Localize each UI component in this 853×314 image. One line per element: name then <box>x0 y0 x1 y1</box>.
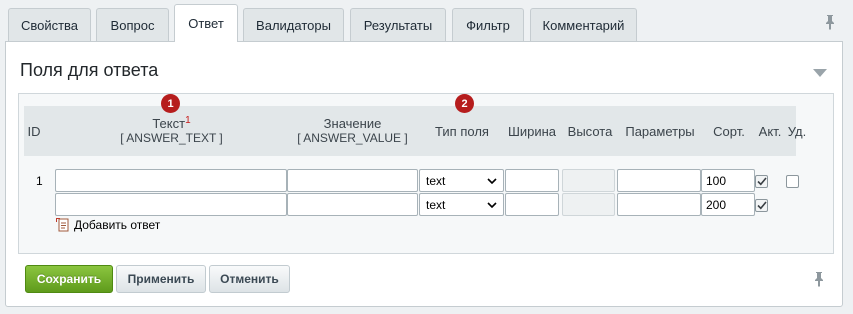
checkmark-icon <box>756 201 767 210</box>
callout-badge-2: 2 <box>455 94 474 113</box>
tab-results[interactable]: Результаты <box>350 8 446 41</box>
section-title: Поля для ответа <box>20 60 159 80</box>
tab-label: Валидаторы <box>256 17 331 33</box>
tab-label: Фильтр <box>466 17 510 33</box>
params-input[interactable] <box>617 169 701 192</box>
tab-comment[interactable]: Комментарий <box>530 8 637 41</box>
header-height: Высота <box>567 123 613 139</box>
tab-properties[interactable]: Свойства <box>8 8 91 41</box>
save-button[interactable]: Сохранить <box>25 265 113 293</box>
add-answer-label: Добавить ответ <box>74 217 161 232</box>
width-input[interactable] <box>505 193 559 216</box>
header-delete: Уд. <box>787 123 807 139</box>
tab-bar: Свойства Вопрос Ответ Валидаторы Результ… <box>0 0 853 42</box>
chevron-down-icon <box>487 201 497 208</box>
add-answer-icon <box>56 218 69 232</box>
callout-badge-1: 1 <box>161 94 180 113</box>
answer-value-input[interactable] <box>287 193 418 216</box>
answer-text-input[interactable] <box>55 169 287 192</box>
answer-panel: Поля для ответа ID Текст1 [ ANSWER_TEXT … <box>5 41 843 307</box>
apply-button[interactable]: Применить <box>116 265 206 293</box>
header-value: Значение [ ANSWER_VALUE ] <box>297 116 408 145</box>
pin-icon[interactable] <box>823 14 837 30</box>
field-type-select[interactable]: text <box>419 193 504 216</box>
header-width: Ширина <box>507 123 557 139</box>
chevron-down-icon <box>487 177 497 184</box>
sort-input[interactable]: 100 <box>701 169 755 192</box>
tab-question[interactable]: Вопрос <box>96 8 169 41</box>
header-sort: Сорт. <box>713 123 745 139</box>
header-id: ID <box>27 123 41 139</box>
tab-label: Результаты <box>363 17 433 33</box>
collapse-icon[interactable] <box>812 66 828 77</box>
row-id: 1 <box>36 174 43 188</box>
active-checkbox[interactable] <box>755 199 768 212</box>
pin-icon[interactable] <box>812 271 826 287</box>
header-text: Текст1 [ ANSWER_TEXT ] <box>120 115 223 145</box>
answer-text-input[interactable] <box>55 193 287 216</box>
width-input[interactable] <box>505 169 559 192</box>
delete-checkbox[interactable] <box>786 175 799 188</box>
field-type-value: text <box>426 173 446 188</box>
required-mark: 1 <box>185 115 191 126</box>
sort-input[interactable]: 200 <box>701 193 755 216</box>
tab-label: Ответ <box>188 16 224 31</box>
height-input <box>562 193 615 216</box>
height-input <box>562 169 615 192</box>
header-field-type: Тип поля <box>435 123 489 139</box>
tab-answer[interactable]: Ответ <box>174 4 238 42</box>
answer-value-input[interactable] <box>287 169 418 192</box>
tab-label: Вопрос <box>110 17 155 33</box>
tab-label: Свойства <box>20 17 79 33</box>
table-header: ID Текст1 [ ANSWER_TEXT ] Значение [ ANS… <box>24 106 806 156</box>
tab-validators[interactable]: Валидаторы <box>243 8 344 41</box>
checkmark-icon <box>756 177 767 186</box>
cancel-button[interactable]: Отменить <box>209 265 290 293</box>
active-checkbox[interactable] <box>755 175 768 188</box>
header-active: Акт. <box>758 123 782 139</box>
tab-label: Комментарий <box>542 17 625 33</box>
tab-filter[interactable]: Фильтр <box>452 8 524 41</box>
field-type-select[interactable]: text <box>419 169 504 192</box>
add-answer-link[interactable]: Добавить ответ <box>56 217 160 232</box>
header-params: Параметры <box>625 123 695 139</box>
field-type-value: text <box>426 197 446 212</box>
params-input[interactable] <box>617 193 701 216</box>
